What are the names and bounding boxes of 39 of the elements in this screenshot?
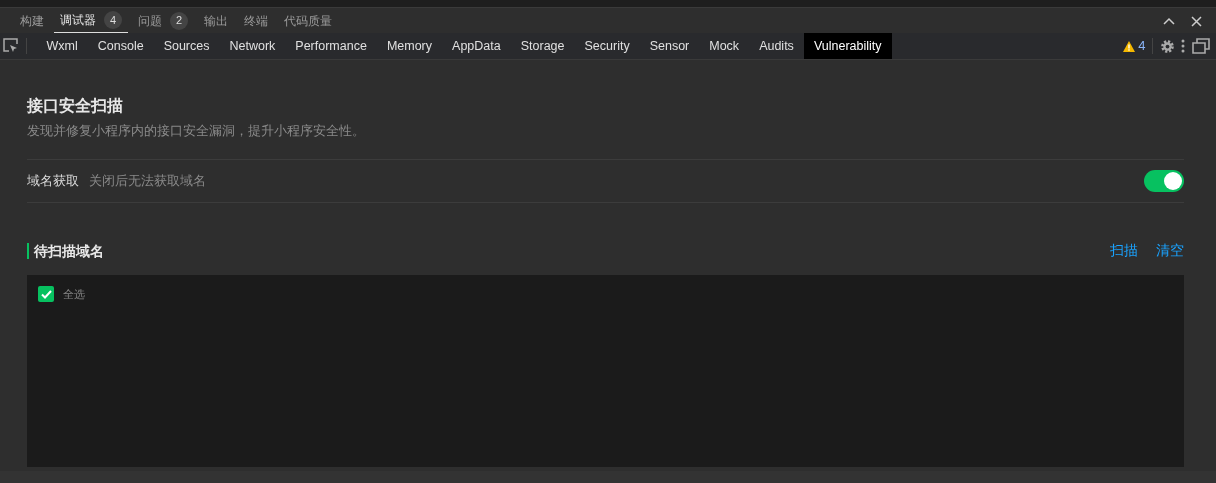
checkbox[interactable] [38,286,54,302]
inspect-icon[interactable] [3,38,20,54]
devtools-tab[interactable]: Security [574,33,640,59]
warning-count[interactable]: 4 [1123,36,1146,56]
settings-icon[interactable] [1159,38,1175,54]
devtools-tab[interactable]: Wxml [36,33,88,59]
devtools-tab[interactable]: Sensor [639,33,700,59]
panel-tab[interactable]: 问题 2 [132,8,194,33]
devtools-tab[interactable]: Performance [285,33,377,59]
undock-icon[interactable] [1191,38,1210,54]
devtools-tab[interactable]: Audits [749,33,804,59]
action-link[interactable]: 扫描 [1110,240,1138,262]
page-description: 发现并修复小程序内的接口安全漏洞，提升小程序安全性。 [27,123,366,140]
count-badge: 2 [170,11,188,30]
panel-tab[interactable]: 构建 [14,8,50,33]
count-badge: 4 [104,11,122,29]
warning-icon [1123,40,1136,52]
devtools-tab[interactable]: Network [219,33,286,59]
select-all-label[interactable]: 全选 [63,285,85,303]
devtools-tab[interactable]: Vulnerability [803,33,892,59]
more-icon[interactable] [1181,39,1185,53]
panel-tab[interactable]: 终端 [238,8,274,33]
section-title: 待扫描域名 [27,242,104,259]
panel-tab[interactable]: 代码质量 [278,8,338,33]
panel-tab[interactable]: 输出 [198,8,234,33]
devtools-tab[interactable]: Mock [699,33,750,59]
devtools-tab[interactable]: AppData [442,33,511,59]
devtools-tab[interactable]: Storage [510,33,575,59]
page-title: 接口安全扫描 [27,96,124,116]
devtools-tab[interactable]: Sources [153,33,220,59]
warning-count-text: 4 [1138,37,1146,56]
devtools-tab[interactable]: Console [87,33,154,59]
close-icon [1190,15,1202,27]
devtools-tab[interactable]: Memory [376,33,443,59]
chevron-up-icon [1162,17,1175,26]
setting-label: 域名获取 [27,172,79,190]
toggle-switch[interactable] [1144,169,1184,192]
setting-hint: 关闭后无法获取域名 [89,172,206,190]
action-link[interactable]: 清空 [1156,240,1184,262]
